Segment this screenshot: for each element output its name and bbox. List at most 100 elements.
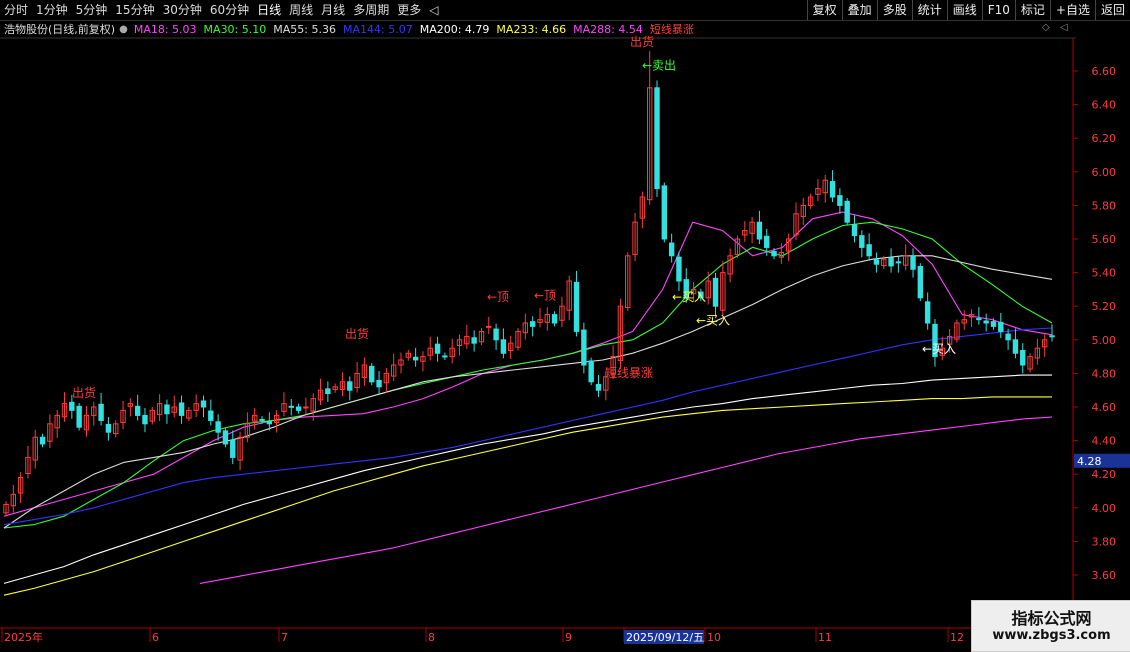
tab-7[interactable]: 周线 (285, 0, 317, 20)
candle-body-46 (339, 381, 346, 391)
annotation-8: ←买入 (696, 314, 730, 328)
ma-legend-6: MA288: 4.54 (573, 22, 643, 36)
y-tick-label-2: 6.20 (1092, 132, 1117, 145)
candle-body-71 (522, 322, 529, 334)
candle-body-47 (347, 381, 353, 391)
candle-body-79 (581, 329, 587, 366)
ma-legend-1: MA30: 5.10 (203, 22, 267, 36)
tab-9[interactable]: 多周期 (349, 0, 393, 20)
tab-0[interactable]: 分时 (0, 0, 32, 20)
ma-legend-0: MA18: 5.03 (133, 22, 197, 36)
candle-body-123 (903, 255, 909, 266)
tab-10[interactable]: 更多 (393, 0, 425, 20)
collapse-arrow-icon[interactable]: ◁ (1060, 22, 1068, 33)
tool-button-4[interactable]: 画线 (946, 0, 982, 20)
x-label-5: 2025/09/12/五 (626, 631, 704, 644)
candle-body-131 (961, 319, 967, 324)
watermark-url: www.zbgs3.com (992, 628, 1111, 643)
candle-body-93 (683, 279, 689, 299)
candle-body-142 (1041, 339, 1048, 348)
candle-body-111 (815, 188, 821, 195)
candle-body-94 (690, 288, 697, 295)
candle-body-56 (412, 356, 419, 361)
candle-body-126 (924, 301, 931, 324)
watermark: 指标公式网 www.zbgs3.com (971, 600, 1130, 652)
ma-legend-4: MA200: 4.79 (419, 22, 490, 36)
tab-6[interactable]: 日线 (253, 0, 285, 20)
candle-body-108 (793, 213, 799, 236)
candle-body-54 (398, 359, 404, 366)
candle-body-62 (456, 339, 463, 347)
candle-body-30 (222, 430, 229, 445)
candle-body-3 (25, 456, 31, 475)
candle-body-41 (303, 406, 309, 409)
candle-body-118 (866, 244, 872, 257)
candle-body-139 (1020, 350, 1026, 366)
candlestick-chart[interactable]: 6.60 6.40 6.20 6.00 5.80 5.60 5.40 5.20 5.00 4.80… (0, 0, 1130, 650)
ma-line-MA55 (3, 255, 1053, 529)
candle-body-21 (156, 403, 163, 415)
tab-2[interactable]: 5分钟 (72, 0, 112, 20)
y-tick-label-14: 3.80 (1092, 535, 1117, 548)
candle-body-117 (859, 235, 865, 248)
tab-4[interactable]: 30分钟 (159, 0, 206, 20)
tool-button-5[interactable]: F10 (981, 0, 1015, 20)
candle-body-121 (888, 257, 894, 267)
candle-body-70 (515, 330, 521, 348)
candle-body-45 (332, 386, 338, 391)
annotation-6: ←卖出 (642, 58, 676, 72)
more-arrow-icon[interactable]: ◁ (425, 0, 442, 20)
diamond-icon[interactable]: ◇ (1042, 22, 1050, 33)
candle-body-143 (1049, 335, 1055, 338)
tool-button-2[interactable]: 多股 (876, 0, 912, 20)
tool-button-0[interactable]: 复权 (806, 0, 842, 20)
candle-body-135 (990, 321, 997, 327)
candle-body-129 (946, 335, 953, 345)
candle-body-89 (654, 87, 660, 190)
candle-body-39 (288, 405, 294, 408)
candle-body-80 (588, 360, 594, 383)
tool-button-7[interactable]: +自选 (1049, 0, 1095, 20)
ma-line-MA233 (3, 396, 1052, 596)
x-label-6: 10 (707, 631, 721, 644)
candle-body-61 (449, 347, 455, 358)
candle-body-14 (105, 423, 112, 433)
candle-body-58 (427, 347, 433, 356)
tool-button-6[interactable]: 标记 (1014, 0, 1050, 20)
y-tick-label-1: 6.40 (1092, 99, 1117, 112)
candle-body-85 (625, 255, 631, 309)
candle-body-43 (317, 389, 324, 401)
candle-body-95 (698, 291, 704, 299)
tab-3[interactable]: 15分钟 (111, 0, 158, 20)
candle-body-28 (208, 410, 214, 421)
candle-body-13 (98, 403, 104, 421)
candle-body-132 (968, 314, 975, 318)
candle-body-74 (544, 314, 550, 323)
y-tick-label-9: 4.80 (1092, 367, 1117, 380)
settings-icon[interactable]: ● (119, 24, 128, 35)
candle-body-11 (83, 414, 90, 431)
candle-body-5 (39, 436, 46, 445)
candle-body-86 (632, 221, 638, 255)
tab-1[interactable]: 1分钟 (32, 0, 72, 20)
candle-body-127 (932, 323, 938, 358)
tab-5[interactable]: 60分钟 (206, 0, 253, 20)
x-date-box (624, 630, 704, 644)
ma-line-MA18 (3, 211, 1053, 517)
tool-button-3[interactable]: 统计 (911, 0, 947, 20)
stock-title[interactable]: 浩物股份(日线,前复权) (4, 21, 115, 37)
tool-button-8[interactable]: 返回 (1094, 0, 1130, 20)
candle-body-20 (149, 409, 155, 422)
candle-body-65 (478, 330, 485, 343)
top-toolbar: 分时 1分钟 5分钟 15分钟 30分钟 60分钟 日线 周线 月线 多周期 更多 ◁ 复权 叠加 多股统… (0, 0, 1130, 21)
candle-body-76 (559, 305, 565, 321)
annotation-4: 短线暴涨 (605, 365, 653, 380)
candle-body-2 (17, 477, 24, 494)
candle-body-106 (778, 251, 785, 258)
candle-body-119 (873, 259, 880, 265)
tab-8[interactable]: 月线 (317, 0, 349, 20)
candle-body-90 (661, 185, 668, 240)
tool-button-1[interactable]: 叠加 (841, 0, 877, 20)
annotation-9: ←买入 (922, 342, 956, 356)
current-price-label: 4.28 (1077, 455, 1102, 468)
